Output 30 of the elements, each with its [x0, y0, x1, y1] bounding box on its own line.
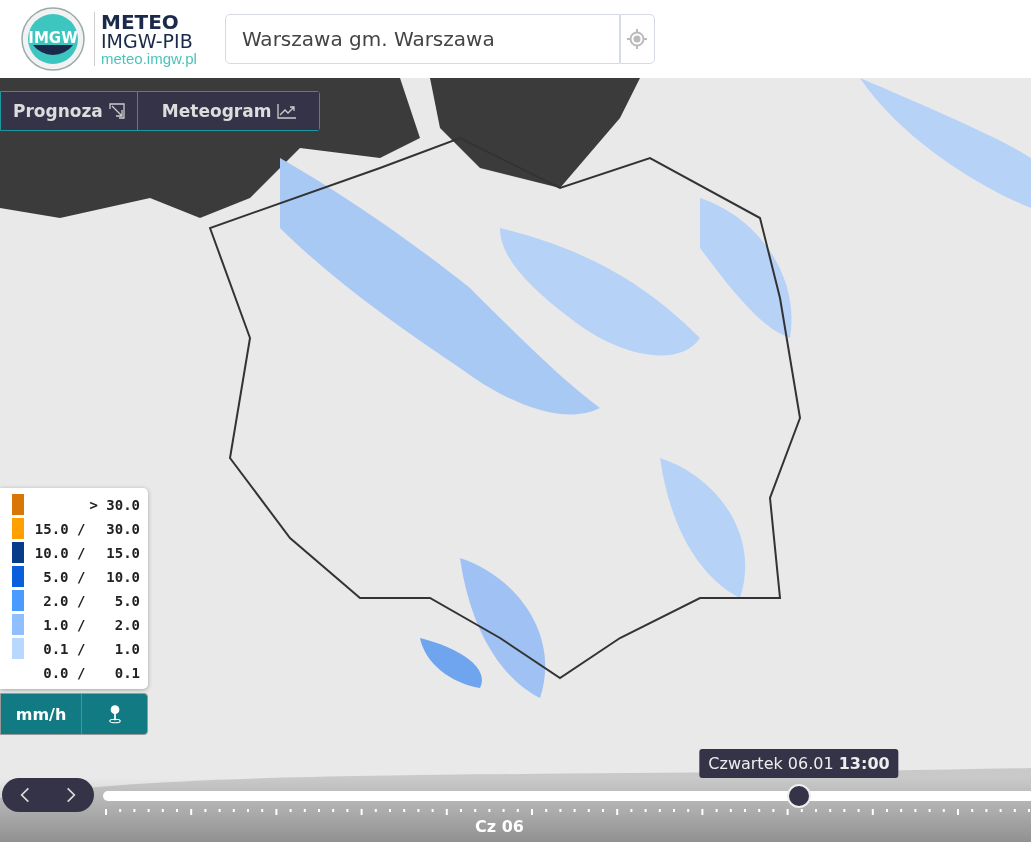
legend-value: 0.1 [113, 664, 140, 681]
legend-value: 1.0 [113, 640, 140, 657]
view-tab[interactable]: Meteogram [136, 92, 320, 130]
legend-value: 2.0 [113, 616, 140, 633]
legend-value: 2.0 / [42, 592, 86, 609]
legend-value: 15.0 [105, 544, 140, 561]
legend-value: 0.1 / [42, 640, 86, 657]
line-chart-icon [277, 103, 298, 119]
legend-value: 10.0 [105, 568, 140, 585]
legend-value: 1.0 / [42, 616, 86, 633]
legend-value: 0.0 / [42, 664, 86, 681]
brand-subtitle: IMGW-PIB [101, 32, 194, 51]
day-label: Cz 06 [475, 817, 524, 836]
legend-value: 30.0 [105, 520, 140, 537]
pin-icon [107, 704, 122, 724]
logo-icon: IMGW [21, 7, 85, 71]
crosshair-icon [627, 29, 648, 49]
legend-value: 5.0 [113, 592, 140, 609]
search-field[interactable]: Warszawa gm. Warszawa [224, 14, 620, 64]
legend-value: > 30.0 [89, 496, 140, 513]
chevron-left-icon [20, 786, 30, 804]
chevron-right-icon [66, 786, 76, 804]
brand-title: METEO [101, 12, 180, 32]
arrow-down-right-icon [108, 103, 125, 119]
legend-value: 10.0 / [33, 544, 86, 561]
navigation-buttons[interactable] [2, 778, 94, 812]
legend-value: 15.0 / [33, 520, 86, 537]
time-slider[interactable] [103, 783, 1031, 809]
legend-value: 5.0 / [42, 568, 86, 585]
time-tooltip: Czwartek 06.01 13:00 [699, 749, 899, 778]
